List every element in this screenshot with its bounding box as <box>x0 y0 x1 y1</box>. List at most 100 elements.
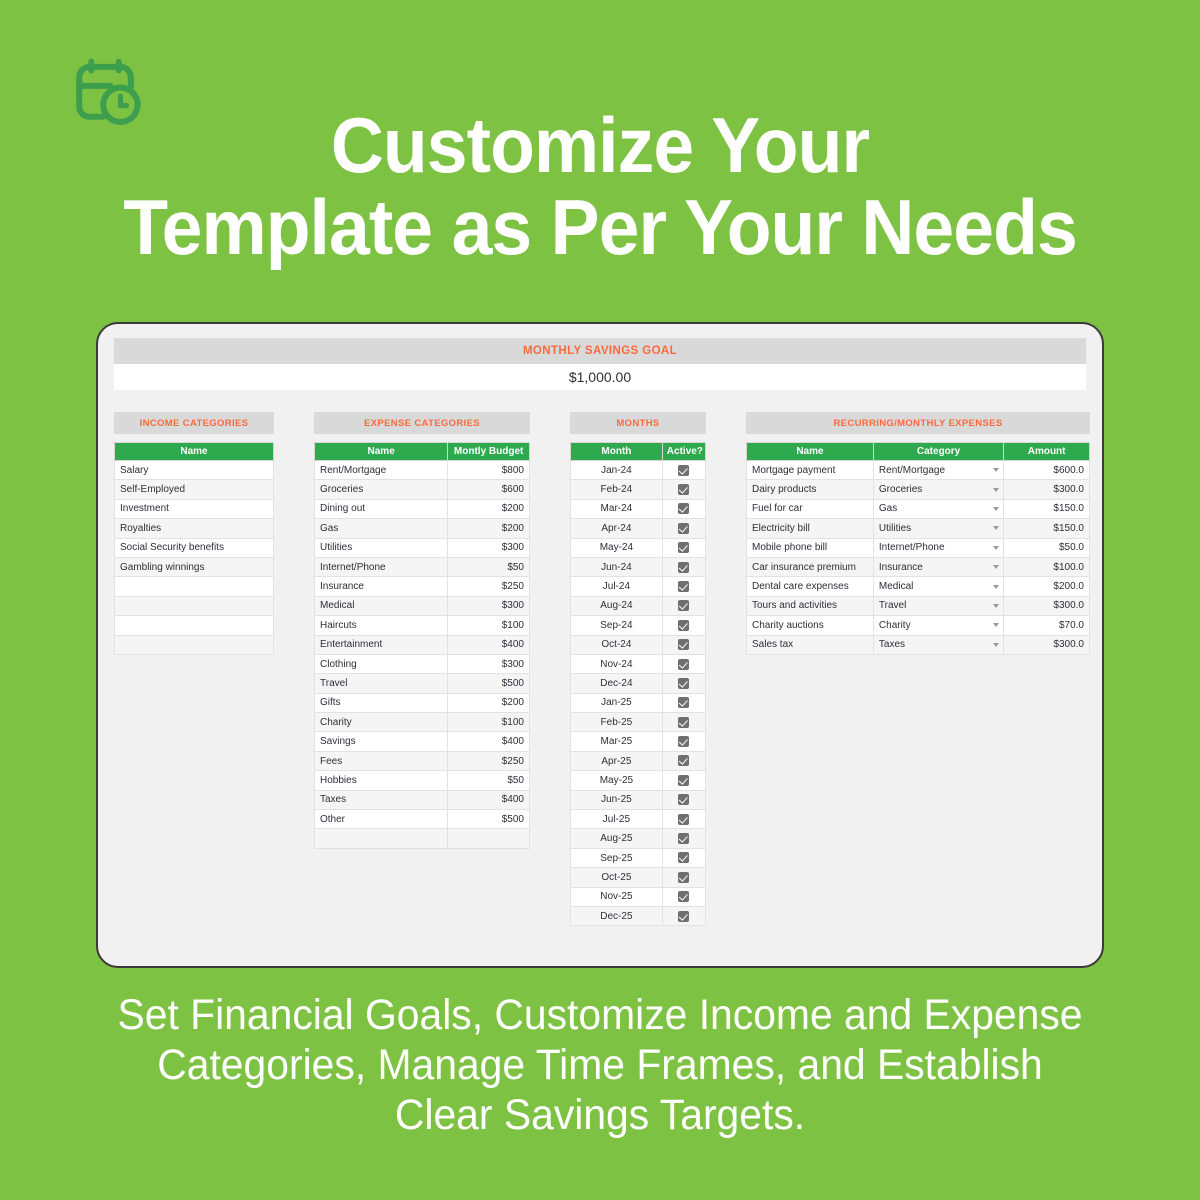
month-name-cell[interactable]: Apr-24 <box>570 518 663 539</box>
month-active-cell[interactable] <box>661 770 707 791</box>
expense-name-cell[interactable]: Hobbies <box>313 770 449 791</box>
month-active-cell[interactable] <box>661 518 707 539</box>
recurring-amount-cell[interactable]: $100.0 <box>1003 556 1090 578</box>
recurring-amount-cell[interactable]: $150.0 <box>1003 518 1090 539</box>
recurring-name-cell[interactable]: Charity auctions <box>746 615 874 636</box>
month-name-cell[interactable]: Jul-25 <box>570 809 663 830</box>
month-name-cell[interactable]: May-24 <box>570 537 663 558</box>
checkbox-checked-icon[interactable] <box>678 891 690 903</box>
checkbox-checked-icon[interactable] <box>678 697 690 709</box>
checkbox-checked-icon[interactable] <box>678 755 690 767</box>
month-name-cell[interactable]: Dec-25 <box>570 905 663 927</box>
expense-budget-cell[interactable]: $100 <box>447 712 530 733</box>
month-active-cell[interactable] <box>661 479 707 500</box>
expense-name-cell[interactable]: Fees <box>313 750 449 772</box>
month-name-cell[interactable]: Nov-25 <box>570 886 663 907</box>
month-name-cell[interactable]: Feb-24 <box>570 479 663 500</box>
checkbox-checked-icon[interactable] <box>678 716 690 728</box>
month-name-cell[interactable]: Apr-25 <box>570 750 663 772</box>
expense-budget-cell[interactable]: $250 <box>447 750 530 772</box>
month-active-cell[interactable] <box>661 459 707 481</box>
recurring-name-cell[interactable]: Dental care expenses <box>746 576 874 597</box>
month-active-cell[interactable] <box>661 847 707 869</box>
recurring-amount-cell[interactable]: $300.0 <box>1003 595 1090 617</box>
checkbox-checked-icon[interactable] <box>678 852 690 864</box>
month-active-cell[interactable] <box>661 576 707 597</box>
expense-name-cell[interactable]: Internet/Phone <box>313 556 449 578</box>
month-active-cell[interactable] <box>661 809 707 830</box>
month-active-cell[interactable] <box>661 634 707 655</box>
expense-budget-cell[interactable] <box>447 828 530 849</box>
savings-goal-value[interactable]: $1,000.00 <box>114 364 1086 390</box>
expense-name-cell[interactable]: Medical <box>313 595 449 617</box>
month-active-cell[interactable] <box>661 537 707 558</box>
income-name-cell[interactable]: Self-Employed <box>114 479 274 500</box>
recurring-category-dropdown[interactable]: Insurance <box>872 556 1005 578</box>
expense-budget-cell[interactable]: $300 <box>447 595 530 617</box>
chevron-down-icon[interactable] <box>993 545 1000 550</box>
month-name-cell[interactable]: Dec-24 <box>570 673 663 694</box>
month-name-cell[interactable]: Feb-25 <box>570 712 663 733</box>
recurring-category-dropdown[interactable]: Internet/Phone <box>872 537 1005 558</box>
month-active-cell[interactable] <box>661 498 707 520</box>
month-name-cell[interactable]: Mar-24 <box>570 498 663 520</box>
recurring-amount-cell[interactable]: $200.0 <box>1003 576 1090 597</box>
recurring-amount-cell[interactable]: $50.0 <box>1003 537 1090 558</box>
expense-budget-cell[interactable]: $600 <box>447 479 530 500</box>
checkbox-checked-icon[interactable] <box>678 503 690 515</box>
recurring-amount-cell[interactable]: $300.0 <box>1003 634 1090 655</box>
expense-name-cell[interactable]: Groceries <box>313 479 449 500</box>
recurring-category-dropdown[interactable]: Rent/Mortgage <box>872 459 1005 481</box>
income-name-cell[interactable]: Gambling winnings <box>114 556 274 578</box>
expense-budget-cell[interactable]: $50 <box>447 770 530 791</box>
expense-budget-cell[interactable]: $400 <box>447 789 530 811</box>
month-active-cell[interactable] <box>661 731 707 752</box>
month-active-cell[interactable] <box>661 712 707 733</box>
checkbox-checked-icon[interactable] <box>678 464 690 476</box>
recurring-name-cell[interactable]: Electricity bill <box>746 518 874 539</box>
income-name-cell[interactable] <box>114 595 274 617</box>
month-active-cell[interactable] <box>661 653 707 675</box>
income-name-cell[interactable] <box>114 634 274 655</box>
expense-name-cell[interactable]: Rent/Mortgage <box>313 459 449 481</box>
income-name-cell[interactable]: Social Security benefits <box>114 537 274 558</box>
expense-name-cell[interactable]: Haircuts <box>313 615 449 636</box>
checkbox-checked-icon[interactable] <box>678 522 690 534</box>
expense-budget-cell[interactable]: $250 <box>447 576 530 597</box>
recurring-amount-cell[interactable]: $600.0 <box>1003 459 1090 481</box>
chevron-down-icon[interactable] <box>993 584 1000 589</box>
recurring-category-dropdown[interactable]: Taxes <box>872 634 1005 655</box>
expense-budget-cell[interactable]: $500 <box>447 809 530 830</box>
recurring-name-cell[interactable]: Tours and activities <box>746 595 874 617</box>
expense-name-cell[interactable]: Travel <box>313 673 449 694</box>
expense-budget-cell[interactable]: $200 <box>447 518 530 539</box>
month-active-cell[interactable] <box>661 673 707 694</box>
checkbox-checked-icon[interactable] <box>678 484 690 496</box>
income-name-cell[interactable]: Salary <box>114 459 274 481</box>
expense-name-cell[interactable]: Utilities <box>313 537 449 558</box>
recurring-name-cell[interactable]: Car insurance premium <box>746 556 874 578</box>
month-name-cell[interactable]: Jan-25 <box>570 692 663 714</box>
month-active-cell[interactable] <box>661 905 707 927</box>
chevron-down-icon[interactable] <box>993 603 1000 608</box>
income-name-cell[interactable]: Royalties <box>114 518 274 539</box>
chevron-down-icon[interactable] <box>993 642 1000 647</box>
expense-name-cell[interactable] <box>313 828 449 849</box>
recurring-category-dropdown[interactable]: Travel <box>872 595 1005 617</box>
income-name-cell[interactable]: Investment <box>114 498 274 520</box>
income-name-cell[interactable] <box>114 576 274 597</box>
month-active-cell[interactable] <box>661 615 707 636</box>
recurring-name-cell[interactable]: Mortgage payment <box>746 459 874 481</box>
month-name-cell[interactable]: Nov-24 <box>570 653 663 675</box>
recurring-amount-cell[interactable]: $70.0 <box>1003 615 1090 636</box>
checkbox-checked-icon[interactable] <box>678 736 690 748</box>
month-name-cell[interactable]: Jun-25 <box>570 789 663 811</box>
expense-name-cell[interactable]: Insurance <box>313 576 449 597</box>
month-active-cell[interactable] <box>661 692 707 714</box>
month-active-cell[interactable] <box>661 867 707 888</box>
expense-name-cell[interactable]: Other <box>313 809 449 830</box>
recurring-amount-cell[interactable]: $150.0 <box>1003 498 1090 520</box>
expense-budget-cell[interactable]: $50 <box>447 556 530 578</box>
expense-name-cell[interactable]: Clothing <box>313 653 449 675</box>
checkbox-checked-icon[interactable] <box>678 561 690 573</box>
